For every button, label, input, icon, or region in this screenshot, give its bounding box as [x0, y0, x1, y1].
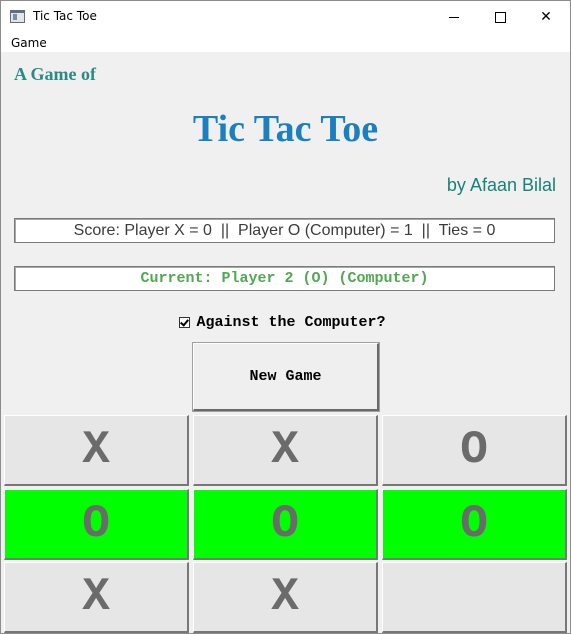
cell-mark: O: [82, 498, 110, 550]
app-window-icon: [10, 10, 25, 23]
cell-mark: X: [271, 571, 299, 623]
board-cell-1[interactable]: X: [4, 415, 189, 486]
subtitle: A Game of: [14, 64, 96, 84]
maximize-icon: [494, 11, 506, 23]
current-player-display: Current: Player 2 (O) (Computer): [14, 266, 555, 291]
board-cell-8[interactable]: X: [193, 562, 378, 633]
maximize-button[interactable]: [477, 1, 523, 33]
menu-item-game[interactable]: Game: [11, 36, 47, 50]
against-computer-option[interactable]: Against the Computer?: [1, 314, 570, 331]
cell-mark: O: [460, 424, 488, 476]
author-byline: by Afaan Bilal: [446, 175, 556, 195]
minimize-icon: [449, 16, 459, 18]
close-button[interactable]: ✕: [523, 1, 569, 33]
board-cell-5[interactable]: O: [193, 489, 378, 560]
board-cell-4[interactable]: O: [4, 489, 189, 560]
current-player-text: Current: Player 2 (O) (Computer): [140, 270, 429, 287]
title-bar[interactable]: Tic Tac Toe ✕: [1, 1, 570, 33]
against-computer-checkbox[interactable]: [179, 317, 191, 328]
close-icon: ✕: [540, 9, 552, 25]
board-cell-6[interactable]: O: [382, 489, 567, 560]
new-game-button[interactable]: New Game: [193, 343, 379, 411]
score-display: Score: Player X = 0 || Player O (Compute…: [14, 218, 555, 243]
score-text: Score: Player X = 0 || Player O (Compute…: [73, 221, 496, 239]
menu-bar: Game: [1, 33, 570, 52]
cell-mark: O: [271, 498, 299, 550]
minimize-button[interactable]: [431, 1, 477, 33]
against-computer-label[interactable]: Against the Computer?: [196, 314, 385, 331]
cell-mark: X: [82, 571, 110, 623]
new-game-label: New Game: [249, 368, 322, 385]
board-cell-2[interactable]: X: [193, 415, 378, 486]
app-window: Tic Tac Toe ✕ Game A Game of Tic Tac Toe…: [0, 0, 571, 634]
page-title: Tic Tac Toe: [192, 108, 379, 150]
window-title: Tic Tac Toe: [33, 9, 97, 23]
board-cell-7[interactable]: X: [4, 562, 189, 633]
board-cell-9[interactable]: [382, 562, 567, 633]
board-cell-3[interactable]: O: [382, 415, 567, 486]
game-panel: A Game of Tic Tac Toe by Afaan Bilal Sco…: [1, 52, 570, 633]
cell-mark: X: [271, 424, 299, 476]
cell-mark: X: [82, 424, 110, 476]
game-board: X X O O O O X X: [4, 415, 570, 633]
cell-mark: O: [460, 498, 488, 550]
